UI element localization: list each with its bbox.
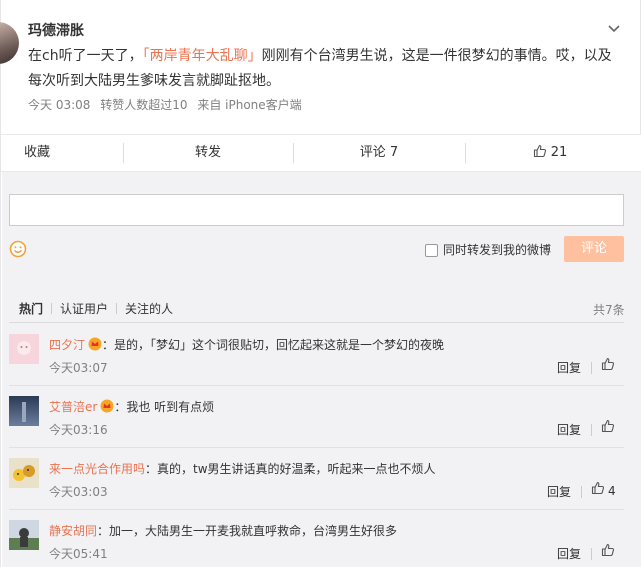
tab-verified[interactable]: 认证用户 (60, 300, 108, 317)
comment-item: 四夕汀 ：是的，「梦幻」这个词很贴切，回忆起来这就是一个梦幻的夜晚 今天03:07… (9, 334, 624, 386)
commenter-name[interactable]: 来一点光合作用吗 (49, 462, 145, 476)
commenter-avatar[interactable] (9, 396, 39, 426)
like-button[interactable]: 21 (465, 135, 635, 171)
like-count: 21 (550, 145, 568, 160)
comment-item: 静安胡同：加一，大陆男生一开麦我就直呼救命，台湾男生好很多 今天05:41 回复 (9, 520, 624, 567)
crown-badge-icon (100, 399, 114, 413)
reply-button[interactable]: 回复 (557, 359, 581, 376)
comment-like-button[interactable] (601, 357, 615, 374)
comment-time: 今天05:41 (49, 547, 108, 561)
emoji-icon[interactable] (9, 240, 27, 258)
tab-following[interactable]: 关注的人 (125, 300, 173, 317)
comment-like-button[interactable] (601, 543, 615, 560)
comment-total: 共7条 (593, 303, 625, 317)
tabs-divider-line (9, 322, 624, 323)
commenter-name[interactable]: 艾普涪er (49, 400, 97, 414)
comment-text: ：我也 听到有点烦 (114, 400, 215, 414)
forward-checkbox[interactable] (425, 244, 438, 257)
post-meta: 今天 03:08 转赞人数超过10 来自 iPhone客户端 (28, 96, 308, 113)
comment-filter-tabs: 热门 认证用户 关注的人 (19, 300, 173, 317)
topic-link[interactable]: 「两岸青年大乱聊」 (143, 48, 262, 64)
comment-action-divider (581, 486, 582, 498)
comment-time: 今天03:03 (49, 485, 108, 499)
crown-badge-icon (88, 337, 102, 351)
comment-like-button[interactable] (601, 419, 615, 436)
reply-button[interactable]: 回复 (547, 483, 571, 500)
comment-time: 今天03:16 (49, 423, 108, 437)
comment-text: ：真的，tw男生讲话真的好温柔，听起来一点也不烦人 (145, 462, 436, 476)
post-time[interactable]: 今天 03:08 (28, 98, 90, 112)
weibo-post-card: 玛德滞胀 在ch听了一天了，「两岸青年大乱聊」刚刚有个台湾男生说，这是一件很梦幻… (0, 0, 641, 567)
comment-text: ：加一，大陆男生一开麦我就直呼救命，台湾男生好很多 (97, 524, 398, 538)
comment-content: 艾普涪er ：我也 听到有点烦 (49, 398, 214, 415)
comment-like-button[interactable]: 4 (591, 481, 616, 498)
post-author-name[interactable]: 玛德滞胀 (28, 20, 84, 40)
commenter-name[interactable]: 静安胡同 (49, 524, 97, 538)
comment-item: 艾普涪er ：我也 听到有点烦 今天03:16 回复 (9, 396, 624, 448)
post-source: 来自 iPhone客户端 (197, 98, 302, 112)
repost-button[interactable]: 转发 (123, 135, 293, 171)
submit-comment-button[interactable]: 评论 (564, 236, 624, 262)
commenter-avatar[interactable] (9, 520, 39, 550)
thumb-up-icon (601, 419, 615, 433)
collect-button[interactable]: 收藏 (1, 135, 73, 171)
commenter-avatar[interactable] (9, 458, 39, 488)
comment-action-divider (591, 424, 592, 436)
comment-content: 四夕汀 ：是的，「梦幻」这个词很贴切，回忆起来这就是一个梦幻的夜晚 (49, 336, 444, 353)
comment-divider (9, 447, 624, 448)
author-avatar[interactable] (0, 22, 19, 64)
comment-content: 来一点光合作用吗：真的，tw男生讲话真的好温柔，听起来一点也不烦人 (49, 460, 436, 477)
comment-time: 今天03:07 (49, 361, 108, 375)
comment-like-count: 4 (608, 484, 616, 498)
comment-item: 来一点光合作用吗：真的，tw男生讲话真的好温柔，听起来一点也不烦人 今天03:0… (9, 458, 624, 510)
reply-button[interactable]: 回复 (557, 545, 581, 562)
tab-hot[interactable]: 热门 (19, 300, 43, 317)
comment-action-divider (591, 362, 592, 374)
comment-divider (9, 385, 624, 386)
comment-action-divider (591, 548, 592, 560)
comment-content: 静安胡同：加一，大陆男生一开麦我就直呼救命，台湾男生好很多 (49, 522, 397, 539)
action-bar: 收藏 转发 评论 7 21 (1, 134, 641, 172)
comment-text: ：是的，「梦幻」这个词很贴切，回忆起来这就是一个梦幻的夜晚 (102, 338, 445, 352)
comment-button[interactable]: 评论 7 (293, 135, 465, 171)
comment-divider (9, 509, 624, 510)
post-body: 在ch听了一天了，「两岸青年大乱聊」刚刚有个台湾男生说，这是一件很梦幻的事情。哎… (28, 44, 618, 94)
reply-button[interactable]: 回复 (557, 421, 581, 438)
thumb-up-icon (601, 543, 615, 557)
post-repost-count: 转赞人数超过10 (100, 98, 188, 112)
thumb-up-icon (591, 481, 605, 495)
thumb-up-icon (533, 144, 546, 158)
tab-divider (51, 303, 53, 314)
comment-input[interactable] (9, 194, 624, 226)
commenter-name[interactable]: 四夕汀 (49, 338, 85, 352)
post-text-before: 在ch听了一天了， (28, 48, 143, 64)
commenter-avatar[interactable] (9, 334, 39, 364)
tab-divider (116, 303, 118, 314)
chevron-down-icon[interactable] (607, 22, 621, 36)
forward-label: 同时转发到我的微博 (443, 243, 552, 257)
thumb-up-icon (601, 357, 615, 371)
